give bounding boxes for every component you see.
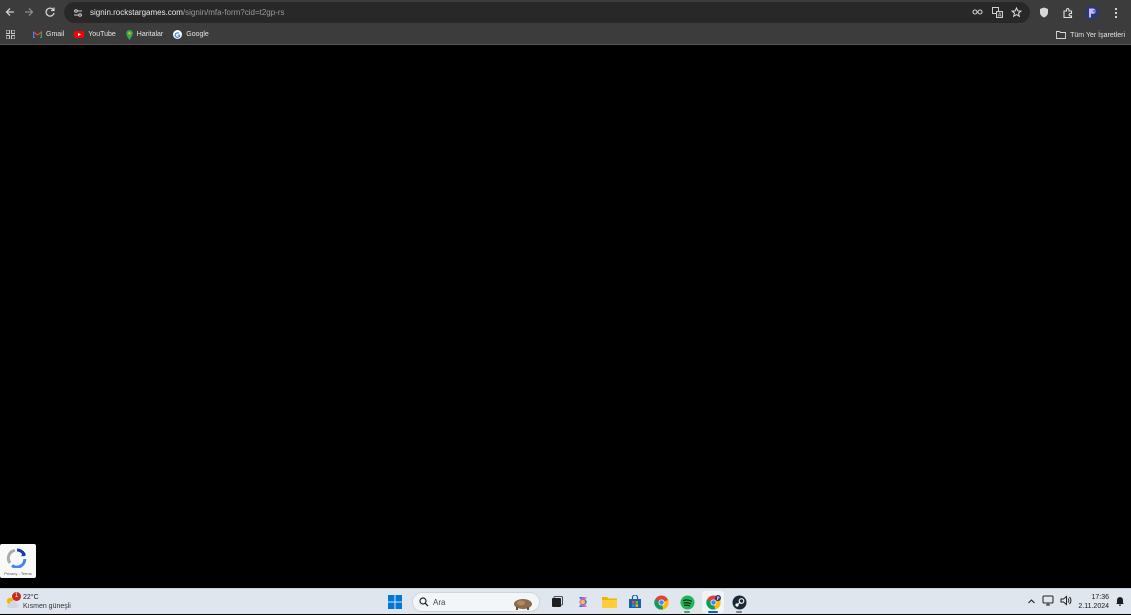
- notification-bell-icon[interactable]: [1115, 593, 1125, 611]
- recaptcha-badge[interactable]: Privacy - Terms: [0, 544, 36, 578]
- recaptcha-footer: Privacy - Terms: [4, 571, 32, 576]
- google-icon: [173, 30, 183, 39]
- recaptcha-icon: [6, 548, 27, 568]
- microsoft-store-app[interactable]: [624, 591, 646, 613]
- url-path: /signin/mfa-form?cid=t2gp-rs: [182, 8, 285, 17]
- url-host: signin.rockstargames.com: [90, 8, 183, 17]
- url-text[interactable]: signin.rockstargames.com/signin/mfa-form…: [90, 8, 285, 17]
- chrome-app[interactable]: [650, 591, 672, 613]
- steam-app[interactable]: [728, 591, 750, 613]
- menu-kebab-icon[interactable]: [1105, 3, 1127, 23]
- folder-icon: [601, 597, 617, 608]
- password-key-icon[interactable]: [970, 4, 986, 20]
- youtube-icon: [74, 31, 85, 38]
- weather-description: Kısmen güneşli: [23, 603, 71, 610]
- volume-icon[interactable]: [1060, 593, 1072, 611]
- all-bookmarks-label: Tüm Yer İşaretleri: [1070, 31, 1125, 39]
- bookmark-google[interactable]: Google: [168, 26, 214, 44]
- shield-extension-icon[interactable]: [1033, 3, 1055, 23]
- toolbar-actions: [1033, 2, 1131, 23]
- maps-icon: [125, 29, 133, 40]
- windows-logo-icon: [388, 595, 402, 609]
- task-view-button[interactable]: [546, 591, 568, 613]
- search-placeholder: Ara: [433, 597, 446, 607]
- system-tray: 17:36 2.11.2024: [1027, 591, 1125, 613]
- bookmark-label: Haritalar: [136, 31, 164, 38]
- address-bar[interactable]: signin.rockstargames.com/signin/mfa-form…: [64, 2, 1030, 23]
- reload-icon: [45, 7, 55, 17]
- spotify-app[interactable]: [676, 591, 698, 613]
- bookmark-maps[interactable]: Haritalar: [121, 26, 168, 44]
- weather-temperature: 22°C: [23, 594, 39, 601]
- bookmark-star-icon[interactable]: [1008, 4, 1024, 20]
- taskbar-search[interactable]: Ara: [412, 592, 540, 612]
- back-button[interactable]: [0, 2, 20, 22]
- copilot-app[interactable]: [572, 591, 594, 613]
- translate-icon[interactable]: A: [989, 4, 1005, 20]
- gmail-icon: [33, 31, 42, 38]
- chrome-icon: [653, 595, 669, 610]
- copilot-icon: [579, 597, 587, 607]
- arrow-left-icon: [5, 8, 14, 16]
- forward-button[interactable]: [19, 2, 39, 22]
- taskbar-apps: Ara: [384, 591, 750, 613]
- apps-grid-icon[interactable]: [0, 26, 20, 44]
- extensions-puzzle-icon[interactable]: [1057, 3, 1079, 23]
- all-bookmarks[interactable]: Tüm Yer İşaretleri: [1056, 26, 1125, 44]
- browser-toolbar: signin.rockstargames.com/signin/mfa-form…: [0, 0, 1131, 25]
- search-highlight-image: [514, 599, 532, 610]
- bookmark-label: Google: [186, 31, 209, 38]
- page-content: Privacy - Terms: [0, 46, 1131, 588]
- chevron-up-icon[interactable]: [1027, 593, 1036, 611]
- running-indicator: [736, 611, 742, 613]
- clock-date: 2.11.2024: [1078, 603, 1109, 610]
- start-button[interactable]: [384, 591, 406, 613]
- bookmark-gmail[interactable]: Gmail: [28, 26, 69, 44]
- profile-avatar[interactable]: [1081, 3, 1103, 23]
- bookmarks-bar: Gmail YouTube Haritalar Google Tüm Yer İ…: [0, 25, 1131, 45]
- bookmark-label: Gmail: [46, 31, 65, 38]
- folder-icon: [1056, 31, 1067, 39]
- weather-icon: 1: [4, 592, 21, 610]
- taskbar: 1 22°C Kısmen güneşli Ara 17:36 2.11.202…: [0, 588, 1131, 614]
- arrow-right-icon: [25, 8, 34, 16]
- omnibox-actions: A: [970, 4, 1024, 20]
- weather-widget[interactable]: 1 22°C Kısmen güneşli: [4, 592, 71, 612]
- store-icon: [629, 595, 641, 608]
- network-icon[interactable]: [1042, 593, 1054, 611]
- running-indicator: [684, 611, 690, 613]
- site-settings-icon[interactable]: [70, 5, 86, 21]
- active-indicator: [708, 611, 718, 613]
- reload-button[interactable]: [40, 2, 60, 22]
- weather-text: 22°C Kısmen güneşli: [23, 593, 71, 611]
- steam-icon: [732, 595, 746, 609]
- clock[interactable]: 17:36 2.11.2024: [1078, 593, 1109, 611]
- file-explorer-app[interactable]: [598, 591, 620, 613]
- bookmark-label: YouTube: [88, 31, 116, 38]
- spotify-icon: [680, 595, 694, 609]
- clock-time: 17:36: [1091, 594, 1109, 601]
- task-view-icon: [552, 596, 563, 607]
- chrome-profile-icon: [705, 594, 721, 610]
- search-icon: [419, 597, 429, 607]
- chrome-profile-app[interactable]: [702, 591, 724, 613]
- weather-notification-badge: 1: [12, 592, 21, 601]
- svg-text:A: A: [998, 12, 1002, 18]
- bookmark-youtube[interactable]: YouTube: [69, 26, 121, 44]
